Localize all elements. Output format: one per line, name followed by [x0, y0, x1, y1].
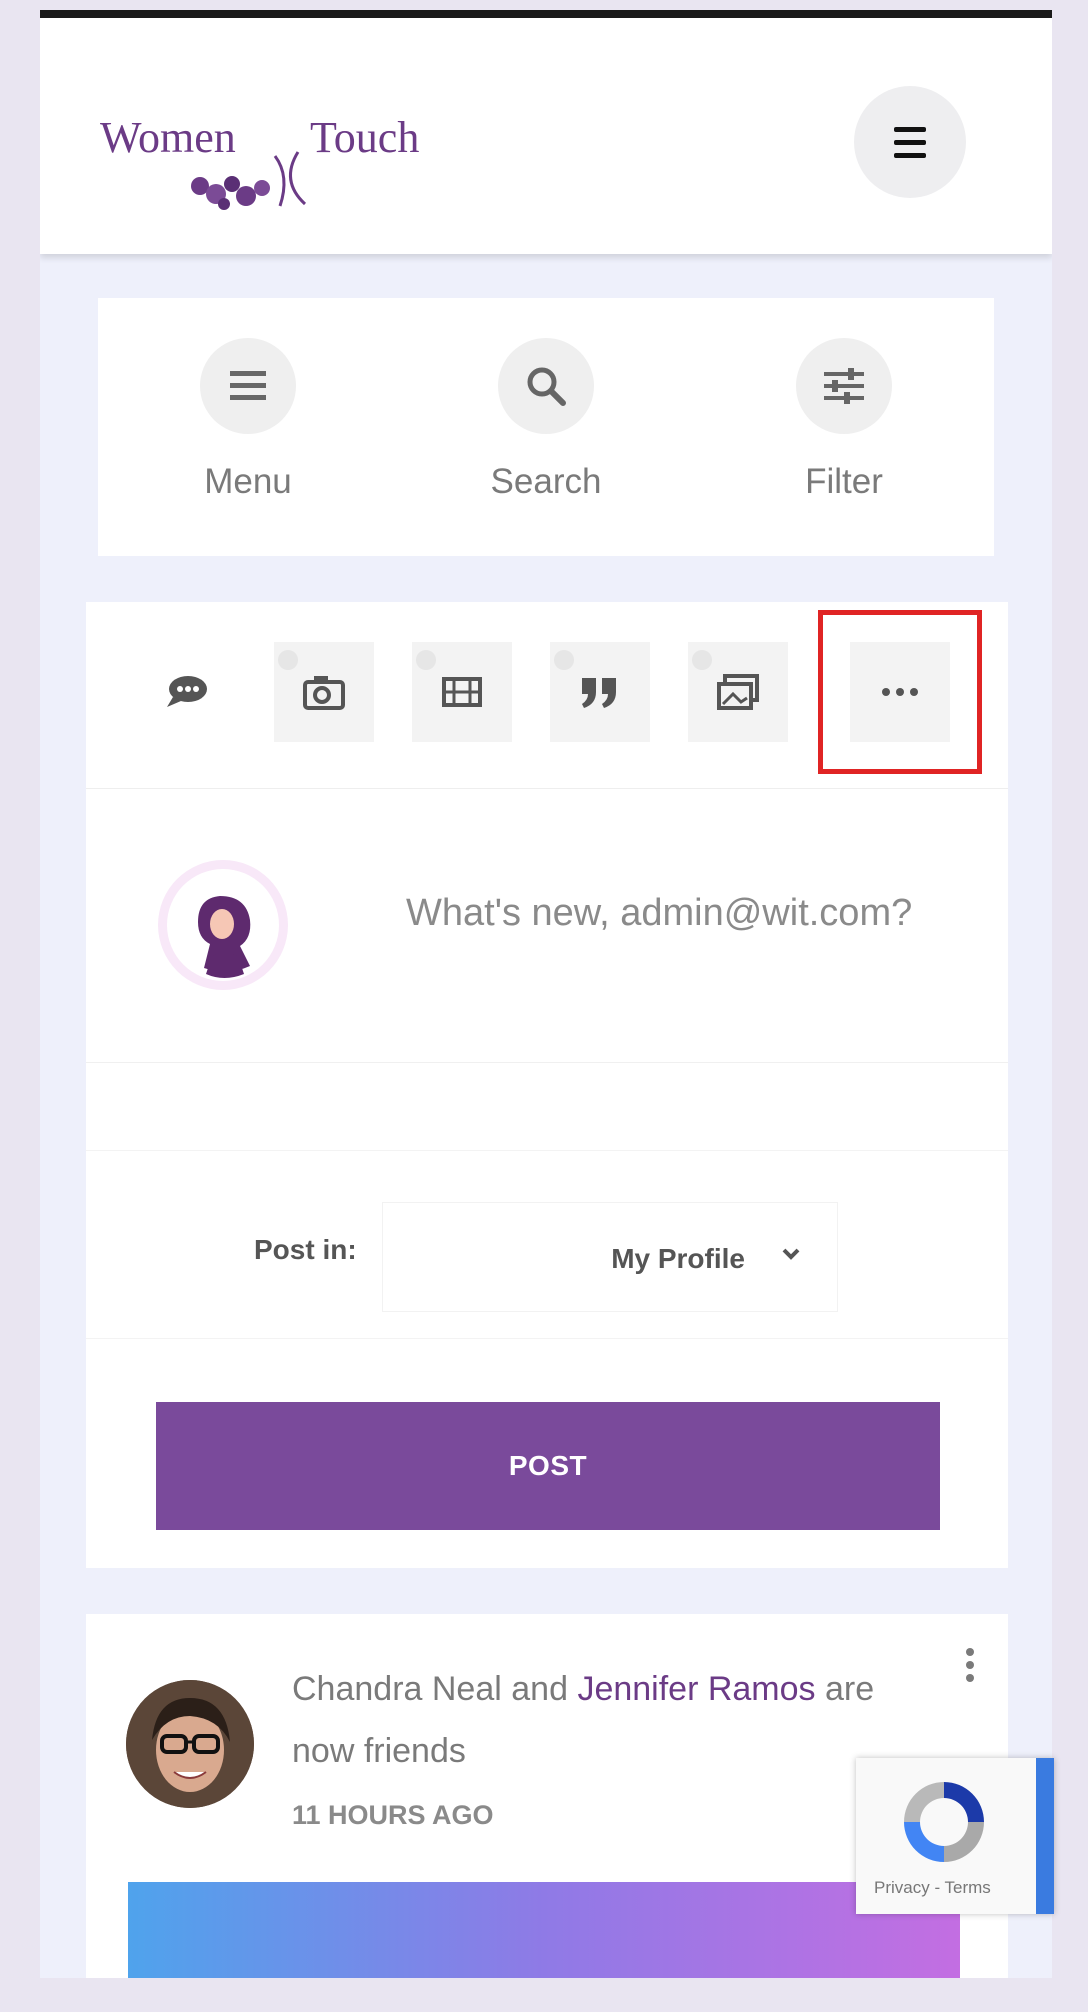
search-label: Search — [490, 462, 602, 501]
quote-icon — [582, 678, 616, 708]
logo-flowers-icon — [191, 151, 307, 210]
status-post-button[interactable] — [136, 642, 236, 742]
recaptcha-logo-icon — [904, 1782, 984, 1862]
post-composer-card: What's new, admin@wit.com? Post in: My P… — [86, 602, 1008, 1568]
user-link[interactable]: Jennifer Ramos — [577, 1670, 815, 1708]
divider — [86, 1150, 1008, 1151]
hamburger-icon — [894, 123, 926, 162]
highlight-box — [818, 610, 982, 774]
user-avatar[interactable] — [158, 860, 288, 990]
avatar-woman-silhouette-icon — [167, 869, 279, 981]
post-in-select[interactable]: My Profile — [382, 1202, 838, 1312]
recaptcha-side-bar — [1036, 1758, 1054, 1914]
options-menu-button[interactable] — [966, 1648, 974, 1687]
filter-action[interactable]: Filter — [744, 338, 944, 502]
photo-post-button[interactable] — [274, 642, 374, 742]
post-type-bar — [86, 602, 1008, 789]
sliders-icon — [796, 338, 892, 434]
chevron-down-icon — [782, 1248, 800, 1260]
filter-label: Filter — [805, 462, 883, 501]
kebab-icon — [966, 1648, 974, 1682]
camera-icon — [303, 676, 345, 710]
menu-label: Menu — [204, 462, 292, 501]
site-header: Women Touch — [40, 18, 1052, 254]
video-post-button[interactable] — [412, 642, 512, 742]
logo-text-touch: Touch — [310, 113, 420, 162]
quote-post-button[interactable] — [550, 642, 650, 742]
user-link[interactable]: Chandra Neal — [292, 1670, 502, 1708]
connector-text: and — [511, 1670, 568, 1708]
avatar[interactable] — [126, 1680, 254, 1808]
main-menu-button[interactable] — [854, 86, 966, 198]
site-logo[interactable]: Women Touch — [100, 108, 440, 210]
profile-photo-icon — [126, 1680, 254, 1808]
menu-action[interactable]: Menu — [148, 338, 348, 502]
divider — [86, 1062, 1008, 1063]
link-post-button[interactable] — [688, 642, 788, 742]
search-action[interactable]: Search — [446, 338, 646, 502]
menu-icon — [200, 338, 296, 434]
speech-bubble-icon — [167, 676, 207, 707]
recaptcha-badge[interactable]: Privacy - Terms — [856, 1758, 1054, 1914]
search-icon — [498, 338, 594, 434]
cover-banner — [128, 1882, 960, 1978]
activity-text: Chandra Neal and Jennifer Ramos are now … — [292, 1658, 932, 1782]
divider — [86, 1338, 1008, 1339]
timestamp: 11 HOURS AGO — [292, 1800, 494, 1830]
recaptcha-footer[interactable]: Privacy - Terms — [874, 1878, 991, 1898]
image-link-icon — [717, 674, 759, 710]
post-in-label: Post in: — [254, 1234, 357, 1265]
quick-actions-card: Menu Search Filter — [98, 298, 994, 556]
post-in-value: My Profile — [611, 1243, 745, 1274]
whats-new-input[interactable]: What's new, admin@wit.com? — [406, 892, 912, 935]
film-icon — [442, 677, 482, 707]
post-button[interactable]: POST — [156, 1402, 940, 1530]
mobile-viewport: Women Touch Menu Search Filter What's ne… — [40, 10, 1052, 1978]
